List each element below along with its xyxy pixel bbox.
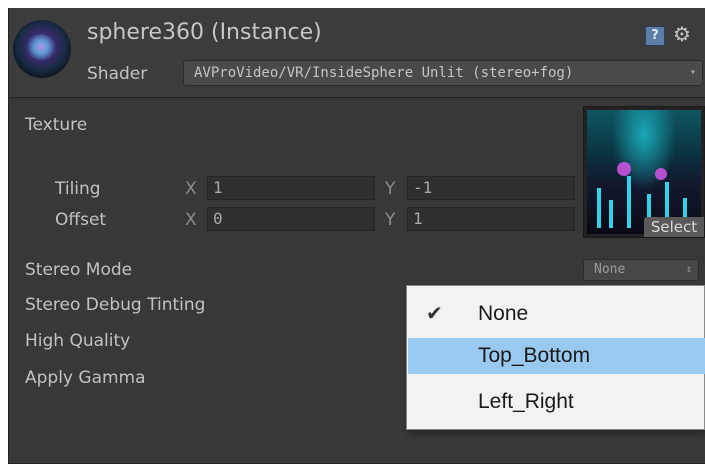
texture-slot[interactable]: Select <box>583 106 705 238</box>
texture-select-button[interactable]: Select <box>644 217 704 237</box>
apply-gamma-label: Apply Gamma <box>25 368 146 388</box>
menu-item-none[interactable]: ✔ None <box>408 296 705 332</box>
offset-x-axis-label[interactable]: X <box>185 210 197 230</box>
offset-label: Offset <box>55 210 107 230</box>
stereo-mode-popup-menu: ✔ None Top_Bottom Left_Right <box>406 285 705 430</box>
help-book-icon[interactable]: ? <box>645 26 665 46</box>
high-quality-label: High Quality <box>25 331 131 351</box>
menu-item-label: None <box>478 302 529 325</box>
stereo-mode-label: Stereo Mode <box>25 260 133 280</box>
stereo-mode-dropdown[interactable]: None ⇕ <box>583 259 699 281</box>
menu-item-left-right[interactable]: Left_Right <box>408 384 705 420</box>
menu-item-top-bottom[interactable]: Top_Bottom <box>408 338 705 374</box>
texture-label: Texture <box>25 115 88 135</box>
shader-label: Shader <box>87 64 148 84</box>
gear-icon[interactable]: ⚙ <box>673 22 695 46</box>
offset-x-field[interactable]: 0 <box>207 207 375 231</box>
tiling-y-field[interactable]: -1 <box>407 176 575 200</box>
stereo-debug-tinting-label: Stereo Debug Tinting <box>25 295 206 315</box>
checkmark-icon: ✔ <box>426 303 443 325</box>
material-header: sphere360 (Instance) ? ⚙ Shader AVProVid… <box>9 8 705 98</box>
menu-item-label: Left_Right <box>478 390 574 413</box>
menu-item-label: Top_Bottom <box>478 344 591 367</box>
texture-preview-image <box>587 110 701 234</box>
offset-y-field[interactable]: 1 <box>407 207 575 231</box>
material-preview-thumbnail <box>13 20 71 78</box>
material-title: sphere360 (Instance) <box>87 20 322 45</box>
tiling-y-axis-label[interactable]: Y <box>385 179 395 199</box>
tiling-x-field[interactable]: 1 <box>207 176 375 200</box>
chevron-down-icon: ▾ <box>689 67 696 78</box>
shader-dropdown[interactable]: AVProVideo/VR/InsideSphere Unlit (stereo… <box>183 60 703 86</box>
tiling-label: Tiling <box>55 179 101 199</box>
stereo-mode-value: None <box>594 262 626 277</box>
up-down-arrows-icon: ⇕ <box>685 264 692 275</box>
shader-dropdown-value: AVProVideo/VR/InsideSphere Unlit (stereo… <box>194 65 574 81</box>
tiling-x-axis-label[interactable]: X <box>185 179 197 199</box>
offset-y-axis-label[interactable]: Y <box>385 210 395 230</box>
